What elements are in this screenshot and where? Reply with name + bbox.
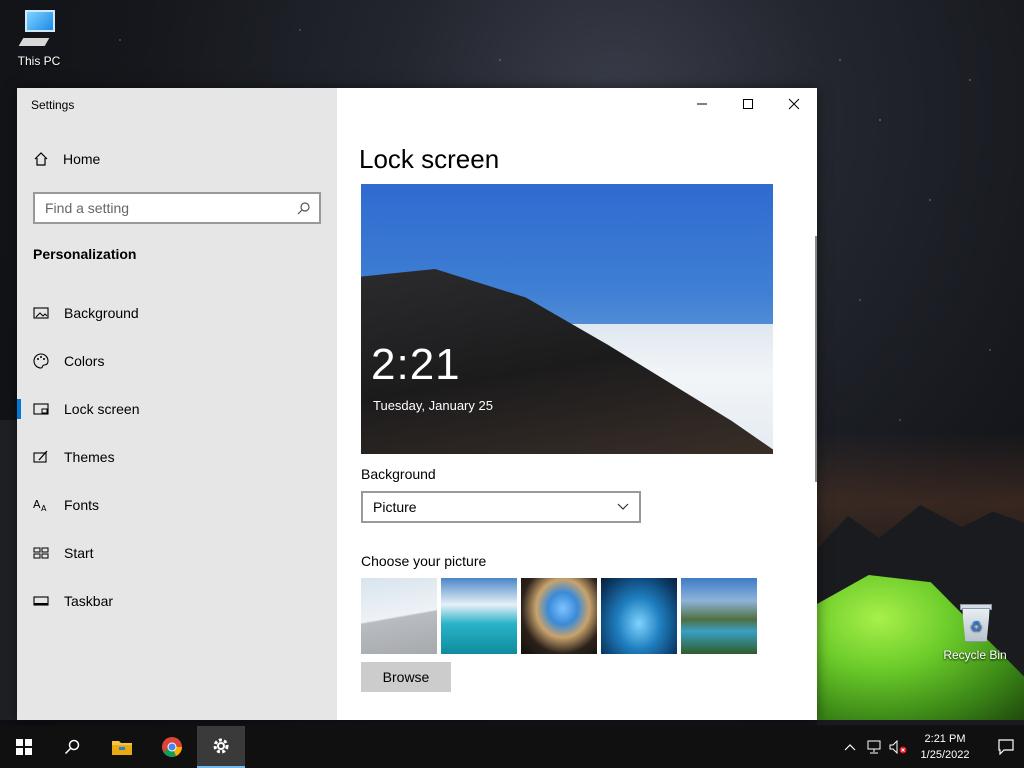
- network-icon: [867, 740, 881, 754]
- volume-muted-icon: [889, 740, 907, 754]
- maximize-icon: [743, 99, 753, 109]
- page-title: Lock screen: [359, 144, 500, 174]
- maximize-button[interactable]: [725, 88, 771, 120]
- sidebar-nav: Background Colors Lock screen Themes AA …: [17, 289, 337, 625]
- background-dropdown[interactable]: Picture: [361, 491, 641, 523]
- sidebar: Settings Home Personalization Background…: [17, 88, 337, 720]
- chrome-button[interactable]: [148, 726, 196, 768]
- section-title: Personalization: [33, 246, 137, 262]
- settings-window: Settings Home Personalization Background…: [17, 88, 817, 720]
- svg-text:A: A: [41, 504, 47, 513]
- picture-thumbnail[interactable]: [601, 578, 677, 654]
- desktop-icon-label: Recycle Bin: [943, 648, 1007, 662]
- close-icon: [788, 98, 800, 110]
- sidebar-item-label: Start: [64, 545, 94, 561]
- search-button[interactable]: [48, 726, 96, 768]
- search-box[interactable]: [33, 192, 321, 224]
- settings-taskbar-button[interactable]: [197, 726, 245, 768]
- clock-time: 2:21 PM: [924, 733, 966, 745]
- preview-date: Tuesday, January 25: [373, 398, 493, 413]
- close-button[interactable]: [771, 88, 817, 120]
- window-controls: [679, 88, 817, 120]
- windows-logo-icon: [16, 739, 32, 755]
- taskbar: 2:21 PM 1/25/2022: [0, 726, 1024, 768]
- picture-thumbnail[interactable]: [361, 578, 437, 654]
- home-icon: [34, 152, 48, 166]
- desktop-icon-recycle-bin[interactable]: ♻ Recycle Bin: [940, 602, 1010, 662]
- sidebar-item-label: Fonts: [64, 497, 100, 513]
- network-button[interactable]: [862, 726, 886, 768]
- sidebar-item-label: Taskbar: [64, 593, 114, 609]
- notification-icon: [998, 739, 1014, 755]
- computer-icon: [18, 8, 59, 50]
- file-explorer-icon: [112, 741, 132, 755]
- sidebar-item-themes[interactable]: Themes: [17, 433, 337, 481]
- sidebar-item-label: Colors: [64, 353, 105, 369]
- system-tray: 2:21 PM 1/25/2022: [838, 726, 1024, 768]
- clock-date: 1/25/2022: [920, 749, 970, 761]
- taskbar-icon: [33, 596, 49, 606]
- search-input[interactable]: [45, 200, 297, 216]
- start-button[interactable]: [0, 726, 48, 768]
- picture-thumbnail[interactable]: [521, 578, 597, 654]
- fonts-icon: AA: [33, 498, 47, 513]
- search-icon: [64, 739, 80, 755]
- desktop-icon-label: This PC: [17, 54, 61, 68]
- minimize-button[interactable]: [679, 88, 725, 120]
- sidebar-item-colors[interactable]: Colors: [17, 337, 337, 385]
- file-explorer-button[interactable]: [98, 726, 146, 768]
- lock-screen-preview: 2:21 Tuesday, January 25: [361, 184, 773, 454]
- recycle-bin-icon: ♻: [958, 602, 992, 644]
- preview-time: 2:21: [371, 340, 461, 389]
- minimize-icon: [697, 103, 707, 105]
- chrome-icon: [162, 737, 182, 757]
- background-dropdown-value: Picture: [373, 499, 417, 515]
- home-link[interactable]: Home: [33, 151, 100, 167]
- window-title: Settings: [31, 98, 75, 112]
- picture-thumbnail[interactable]: [681, 578, 757, 654]
- action-center-button[interactable]: [988, 726, 1024, 768]
- sidebar-item-fonts[interactable]: AA Fonts: [17, 481, 337, 529]
- picture-icon: [33, 307, 49, 319]
- desktop-icon-this-pc[interactable]: This PC: [4, 8, 74, 68]
- picture-thumbnails: [361, 578, 757, 654]
- scrollbar[interactable]: [815, 236, 817, 482]
- background-label: Background: [361, 466, 436, 482]
- sidebar-item-start[interactable]: Start: [17, 529, 337, 577]
- chevron-up-icon: [844, 744, 856, 751]
- sidebar-item-label: Themes: [64, 449, 115, 465]
- start-icon: [33, 547, 49, 559]
- choose-picture-label: Choose your picture: [361, 553, 487, 569]
- taskbar-clock[interactable]: 2:21 PM 1/25/2022: [910, 731, 980, 763]
- sidebar-item-lock-screen[interactable]: Lock screen: [17, 385, 337, 433]
- lock-screen-icon: [33, 403, 49, 415]
- home-label: Home: [63, 151, 101, 167]
- show-hidden-icons-button[interactable]: [838, 726, 862, 768]
- chevron-down-icon: [617, 503, 629, 510]
- themes-icon: [33, 450, 48, 463]
- search-icon: [297, 202, 310, 215]
- sidebar-item-label: Background: [64, 305, 139, 321]
- volume-button[interactable]: [886, 726, 910, 768]
- sidebar-item-background[interactable]: Background: [17, 289, 337, 337]
- palette-icon: [33, 353, 49, 369]
- browse-button[interactable]: Browse: [361, 662, 451, 692]
- settings-icon: [213, 738, 229, 754]
- main-content: Lock screen 2:21 Tuesday, January 25 Bac…: [337, 88, 817, 720]
- wallpaper-hill: [0, 420, 17, 720]
- picture-thumbnail[interactable]: [441, 578, 517, 654]
- svg-text:A: A: [33, 498, 41, 511]
- sidebar-item-label: Lock screen: [64, 401, 140, 417]
- sidebar-item-taskbar[interactable]: Taskbar: [17, 577, 337, 625]
